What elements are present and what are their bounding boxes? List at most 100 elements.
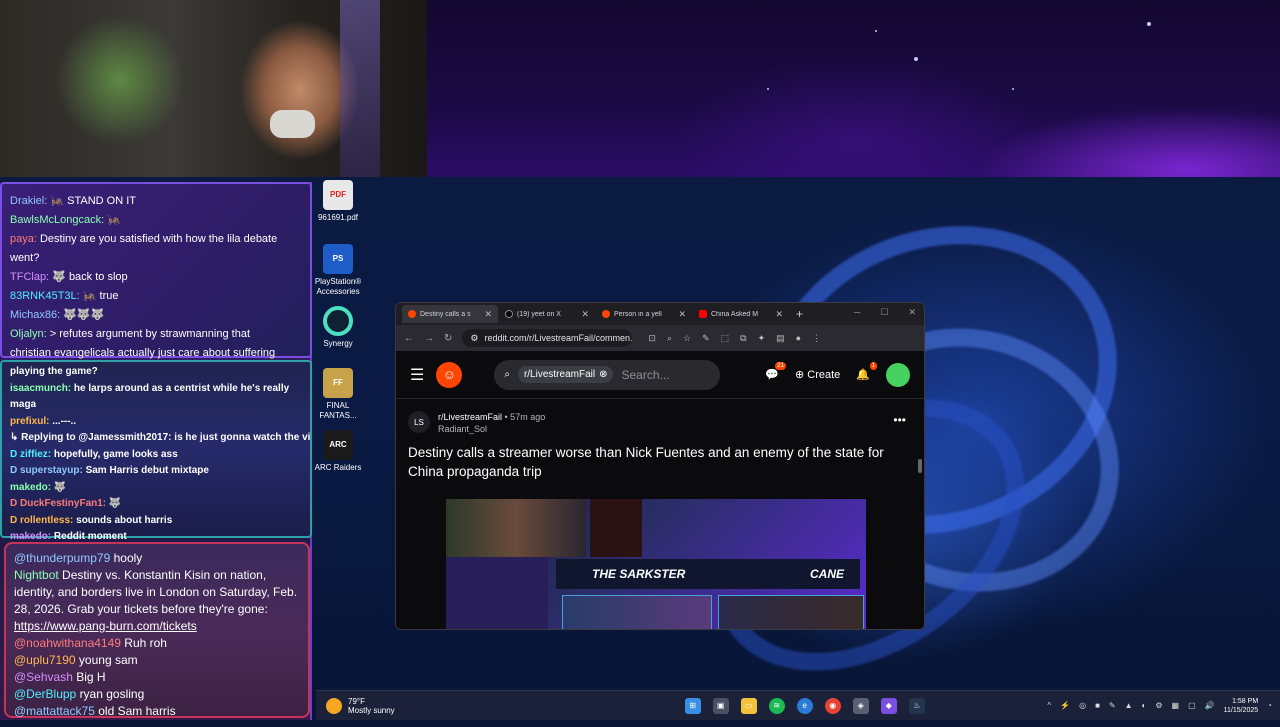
reddit-post: LS r/LivestreamFail • 57m ago Radiant_So…	[396, 399, 924, 629]
tab-close-icon[interactable]: ✕	[678, 309, 686, 320]
desktop-shortcut[interactable]: FF FINAL FANTAS...	[310, 368, 366, 421]
chat-text: playing the game?	[10, 366, 98, 377]
tab-close-icon[interactable]: ✕	[484, 309, 492, 320]
puzzle-icon[interactable]: ✦	[758, 333, 766, 344]
post-title[interactable]: Destiny calls a streamer worse than Nick…	[408, 443, 912, 481]
chat-link[interactable]: https://www.pang-burn.com/tickets	[14, 619, 197, 633]
edge-icon[interactable]: e	[796, 697, 813, 714]
tray-app-icon[interactable]: ⚙	[1155, 701, 1162, 710]
chat-message: @mattattack75 old Sam harris	[6, 703, 308, 720]
tray-app-icon[interactable]: ▦	[1172, 701, 1180, 710]
install-icon[interactable]: ⊡	[648, 333, 656, 344]
back-icon[interactable]: ←	[404, 333, 414, 344]
chip-close-icon[interactable]: ⊗	[599, 369, 607, 380]
post-subreddit[interactable]: r/LivestreamFail	[438, 412, 502, 422]
browser-tab[interactable]: Person in a yell ✕	[596, 305, 692, 323]
chat-username[interactable]: Drakiel:	[10, 195, 47, 207]
forward-icon[interactable]: →	[424, 333, 434, 344]
chat-message: @thunderpump79 hooly	[6, 550, 308, 567]
chat-username[interactable]: @thunderpump79	[14, 551, 110, 565]
browser-tab[interactable]: (19) yeet on X ✕	[499, 305, 595, 323]
chat-username[interactable]: BawlsMcLongcack:	[10, 214, 104, 226]
clock[interactable]: 1:58 PM 11/15/2025	[1224, 697, 1259, 715]
app-icon[interactable]: ◈	[852, 697, 869, 714]
menu-dots-icon[interactable]: ⋮	[812, 333, 821, 344]
chrome-icon[interactable]: ◉	[824, 697, 841, 714]
chat-username[interactable]: @DerBlupp	[14, 687, 76, 701]
reload-icon[interactable]: ↻	[444, 333, 452, 344]
profile-icon[interactable]: ●	[796, 333, 801, 344]
extension-icon[interactable]: ✎	[702, 333, 710, 344]
reddit-search[interactable]: ⌕ r/LivestreamFail ⊗ Search...	[494, 359, 721, 390]
tray-app-icon[interactable]: ■	[1095, 701, 1100, 710]
tab-close-icon[interactable]: ✕	[775, 309, 783, 320]
chat-username[interactable]: Oljalyn:	[10, 328, 47, 340]
chat-username[interactable]: paya:	[10, 233, 37, 245]
chat-username[interactable]: isaacmunch:	[10, 383, 71, 394]
tab-close-icon[interactable]: ✕	[581, 309, 589, 320]
volume-icon[interactable]: 🔊	[1205, 701, 1215, 710]
tray-app-icon[interactable]: ◎	[1079, 701, 1086, 710]
chat-username[interactable]: @mattattack75	[14, 704, 95, 718]
close-icon[interactable]: ✕	[908, 307, 916, 318]
chat-username[interactable]: makedo:	[10, 482, 51, 493]
chevron-up-icon[interactable]: ^	[1047, 701, 1051, 710]
create-button[interactable]: ⊕ Create	[795, 368, 840, 381]
reddit-logo-icon[interactable]: ☺	[436, 361, 463, 388]
network-icon[interactable]: ▢	[1188, 701, 1196, 710]
chat-username[interactable]: TFClap:	[10, 271, 49, 283]
chat-username[interactable]: Michax86:	[10, 309, 60, 321]
chat-username[interactable]: @noahwithana4149	[14, 636, 121, 650]
tray-app-icon[interactable]: ✎	[1109, 701, 1116, 710]
tab-search-icon[interactable]: ▤	[776, 333, 785, 344]
notification-icon[interactable]: ◔	[1267, 701, 1272, 710]
chat-username[interactable]: @uplu7190	[14, 653, 76, 667]
desktop-shortcut[interactable]: PS PlayStation® Accessories	[310, 244, 366, 297]
chat-username[interactable]: D DuckFestinyFan1:	[10, 498, 106, 509]
chat-username[interactable]: 83RNK45T3L:	[10, 290, 80, 302]
browser-tab[interactable]: China Asked M ✕	[693, 305, 789, 323]
file-explorer-icon[interactable]: ▭	[740, 697, 757, 714]
chat-username[interactable]: makedo:	[10, 531, 51, 542]
maximize-icon[interactable]: ☐	[880, 307, 888, 318]
minimize-icon[interactable]: ─	[854, 307, 860, 318]
chat-username[interactable]: D ziffiez:	[10, 449, 51, 460]
hamburger-menu-icon[interactable]: ☰	[410, 365, 424, 385]
subreddit-chip[interactable]: r/LivestreamFail ⊗	[517, 366, 614, 383]
chat-username[interactable]: Nightbot	[14, 568, 59, 582]
tray-app-icon[interactable]: ⚡	[1060, 701, 1070, 710]
subreddit-icon[interactable]: LS	[408, 411, 430, 433]
browser-tab[interactable]: Destiny calls a s ✕	[402, 305, 498, 323]
task-view-icon[interactable]: ▣	[712, 697, 729, 714]
bookmark-star-icon[interactable]: ☆	[683, 333, 691, 344]
extension-icon[interactable]: ⧉	[740, 333, 746, 344]
user-avatar[interactable]	[886, 362, 910, 387]
desktop-shortcut[interactable]: ARC ARC Raiders	[310, 430, 366, 473]
post-image[interactable]: THE SARKSTER CANE	[446, 499, 866, 629]
spotify-icon[interactable]: ≋	[768, 697, 785, 714]
desktop-shortcut[interactable]: PDF 961691.pdf	[310, 180, 366, 223]
chat-username[interactable]: D superstayup:	[10, 465, 83, 476]
extension-icon[interactable]: ⬚	[721, 333, 730, 344]
chat-username[interactable]: @Sehvash	[14, 670, 73, 684]
app-icon[interactable]: ◆	[880, 697, 897, 714]
chat-icon[interactable]: 💬 21	[765, 362, 786, 381]
site-info-icon[interactable]: ⚙	[470, 333, 478, 344]
chat-message: D superstayup: Sam Harris debut mixtape	[2, 463, 310, 480]
new-tab-button[interactable]: +	[796, 307, 803, 321]
desktop-shortcut[interactable]: Synergy	[310, 306, 366, 349]
scrollbar[interactable]	[918, 459, 922, 473]
tray-app-icon[interactable]: ◐	[1142, 701, 1147, 710]
start-windows-icon[interactable]: ⊞	[684, 697, 701, 714]
chat-username[interactable]: D rollentless:	[10, 515, 73, 526]
browser-window[interactable]: Destiny calls a s ✕ (19) yeet on X ✕ Person …	[395, 302, 925, 630]
chat-username[interactable]: prefixul:	[10, 416, 49, 427]
notification-bell-icon[interactable]: 🔔 1	[856, 362, 877, 381]
tray-app-icon[interactable]: ▲	[1125, 701, 1133, 710]
steam-icon[interactable]: ♨	[908, 697, 925, 714]
post-author[interactable]: Radiant_Sol	[438, 424, 487, 434]
weather-widget[interactable]: 79°F Mostly sunny	[326, 697, 395, 715]
address-bar[interactable]: ⚙ reddit.com/r/LivestreamFail/commen...	[462, 329, 633, 347]
more-options-icon[interactable]: •••	[893, 413, 906, 427]
zoom-icon[interactable]: ⌕	[667, 333, 672, 344]
